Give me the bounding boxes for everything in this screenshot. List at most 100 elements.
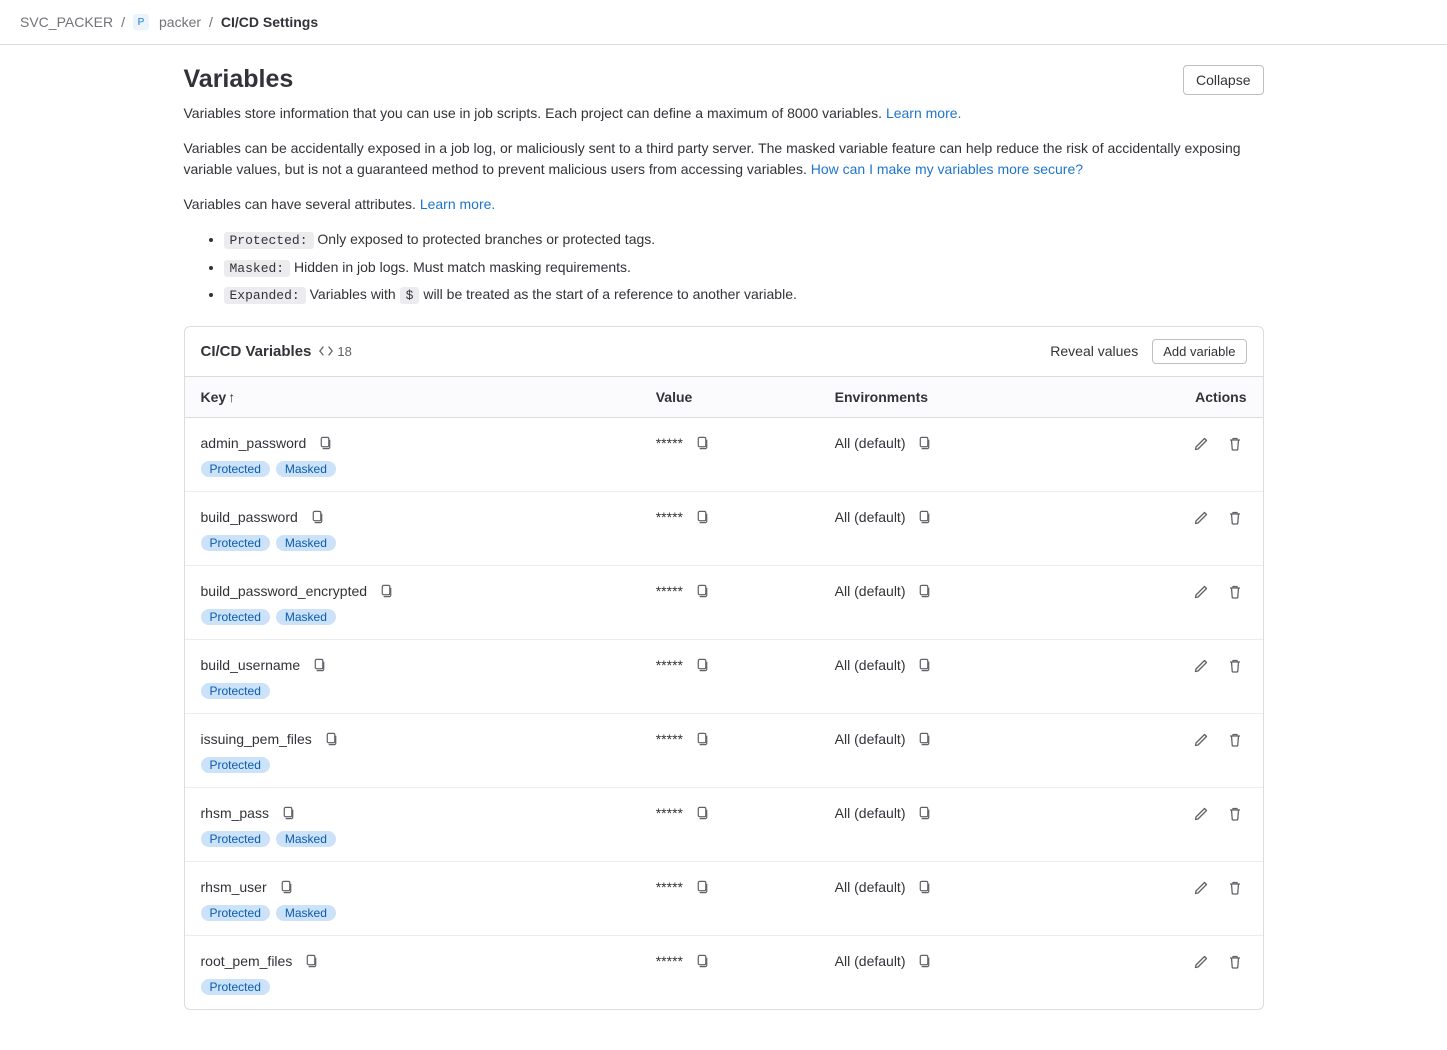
- copy-value-button[interactable]: [691, 654, 714, 677]
- copy-key-button[interactable]: [375, 580, 398, 603]
- collapse-button[interactable]: Collapse: [1183, 65, 1263, 95]
- edit-button[interactable]: [1189, 728, 1213, 752]
- cell-actions: [1084, 491, 1262, 565]
- copy-env-button[interactable]: [913, 876, 936, 899]
- reveal-values-button[interactable]: Reveal values: [1050, 343, 1138, 359]
- sort-asc-icon: ↑: [228, 389, 235, 405]
- protected-badge: Protected: [201, 609, 270, 625]
- copy-value-button[interactable]: [691, 876, 714, 899]
- learn-more-attrs-link[interactable]: Learn more.: [420, 196, 495, 212]
- delete-button[interactable]: [1223, 802, 1247, 826]
- copy-key-button[interactable]: [308, 654, 331, 677]
- copy-icon: [917, 510, 932, 525]
- copy-value-button[interactable]: [691, 802, 714, 825]
- copy-env-button[interactable]: [913, 950, 936, 973]
- variable-value: *****: [656, 435, 683, 451]
- edit-button[interactable]: [1189, 876, 1213, 900]
- variable-key: build_username: [201, 657, 301, 673]
- learn-more-link[interactable]: Learn more.: [886, 105, 961, 121]
- edit-button[interactable]: [1189, 580, 1213, 604]
- copy-icon: [695, 880, 710, 895]
- copy-env-button[interactable]: [913, 580, 936, 603]
- copy-env-button[interactable]: [913, 506, 936, 529]
- trash-icon: [1227, 954, 1243, 970]
- delete-button[interactable]: [1223, 950, 1247, 974]
- breadcrumb-root[interactable]: SVC_PACKER: [20, 14, 113, 30]
- copy-key-button[interactable]: [314, 432, 337, 455]
- cell-actions: [1084, 861, 1262, 935]
- copy-value-button[interactable]: [691, 950, 714, 973]
- variable-env: All (default): [835, 805, 906, 821]
- table-row: admin_passwordProtectedMasked*****All (d…: [185, 417, 1263, 491]
- copy-key-button[interactable]: [275, 876, 298, 899]
- copy-key-button[interactable]: [277, 802, 300, 825]
- variable-value: *****: [656, 879, 683, 895]
- copy-env-button[interactable]: [913, 728, 936, 751]
- copy-env-button[interactable]: [913, 654, 936, 677]
- edit-button[interactable]: [1189, 506, 1213, 530]
- copy-key-button[interactable]: [320, 728, 343, 751]
- copy-env-button[interactable]: [913, 432, 936, 455]
- copy-icon: [310, 510, 325, 525]
- col-key[interactable]: Key↑: [185, 377, 640, 418]
- edit-button[interactable]: [1189, 432, 1213, 456]
- cell-actions: [1084, 417, 1262, 491]
- variable-env: All (default): [835, 953, 906, 969]
- edit-button[interactable]: [1189, 654, 1213, 678]
- delete-button[interactable]: [1223, 580, 1247, 604]
- cell-key: admin_passwordProtectedMasked: [185, 417, 640, 491]
- variable-env: All (default): [835, 731, 906, 747]
- variable-value: *****: [656, 657, 683, 673]
- variable-env: All (default): [835, 657, 906, 673]
- breadcrumb-project[interactable]: packer: [159, 14, 201, 30]
- copy-icon: [695, 806, 710, 821]
- variable-key: build_password_encrypted: [201, 583, 368, 599]
- edit-button[interactable]: [1189, 802, 1213, 826]
- table-row: build_passwordProtectedMasked*****All (d…: [185, 491, 1263, 565]
- copy-icon: [917, 436, 932, 451]
- variable-env: All (default): [835, 509, 906, 525]
- col-actions: Actions: [1084, 377, 1262, 418]
- attr-text: Variables with: [306, 286, 400, 302]
- delete-button[interactable]: [1223, 728, 1247, 752]
- add-variable-button[interactable]: Add variable: [1152, 339, 1246, 364]
- edit-button[interactable]: [1189, 950, 1213, 974]
- trash-icon: [1227, 584, 1243, 600]
- cell-value: *****: [640, 491, 819, 565]
- breadcrumb-sep: /: [209, 14, 213, 30]
- cell-actions: [1084, 713, 1262, 787]
- protected-badge: Protected: [201, 979, 270, 995]
- delete-button[interactable]: [1223, 432, 1247, 456]
- copy-value-button[interactable]: [691, 506, 714, 529]
- cell-env: All (default): [819, 491, 1084, 565]
- variable-key: rhsm_user: [201, 879, 267, 895]
- copy-value-button[interactable]: [691, 432, 714, 455]
- cell-key: build_password_encryptedProtectedMasked: [185, 565, 640, 639]
- delete-button[interactable]: [1223, 876, 1247, 900]
- copy-value-button[interactable]: [691, 580, 714, 603]
- cell-env: All (default): [819, 565, 1084, 639]
- masked-tag: Masked:: [224, 260, 291, 277]
- cell-actions: [1084, 935, 1262, 1009]
- main-container: Variables Collapse Variables store infor…: [184, 45, 1264, 1050]
- pencil-icon: [1193, 658, 1209, 674]
- protected-badge: Protected: [201, 683, 270, 699]
- protected-tag: Protected:: [224, 232, 314, 249]
- copy-icon: [695, 584, 710, 599]
- cell-env: All (default): [819, 787, 1084, 861]
- secure-link[interactable]: How can I make my variables more secure?: [811, 161, 1083, 177]
- variable-key: rhsm_pass: [201, 805, 269, 821]
- cell-actions: [1084, 639, 1262, 713]
- code-icon: [319, 344, 333, 358]
- delete-button[interactable]: [1223, 654, 1247, 678]
- copy-value-button[interactable]: [691, 728, 714, 751]
- delete-button[interactable]: [1223, 506, 1247, 530]
- count-value: 18: [337, 344, 351, 359]
- copy-key-button[interactable]: [306, 506, 329, 529]
- pencil-icon: [1193, 584, 1209, 600]
- dollar-code: $: [400, 287, 420, 304]
- copy-key-button[interactable]: [300, 950, 323, 973]
- copy-env-button[interactable]: [913, 802, 936, 825]
- trash-icon: [1227, 732, 1243, 748]
- panel-header: CI/CD Variables 18 Reveal values Add var…: [185, 327, 1263, 377]
